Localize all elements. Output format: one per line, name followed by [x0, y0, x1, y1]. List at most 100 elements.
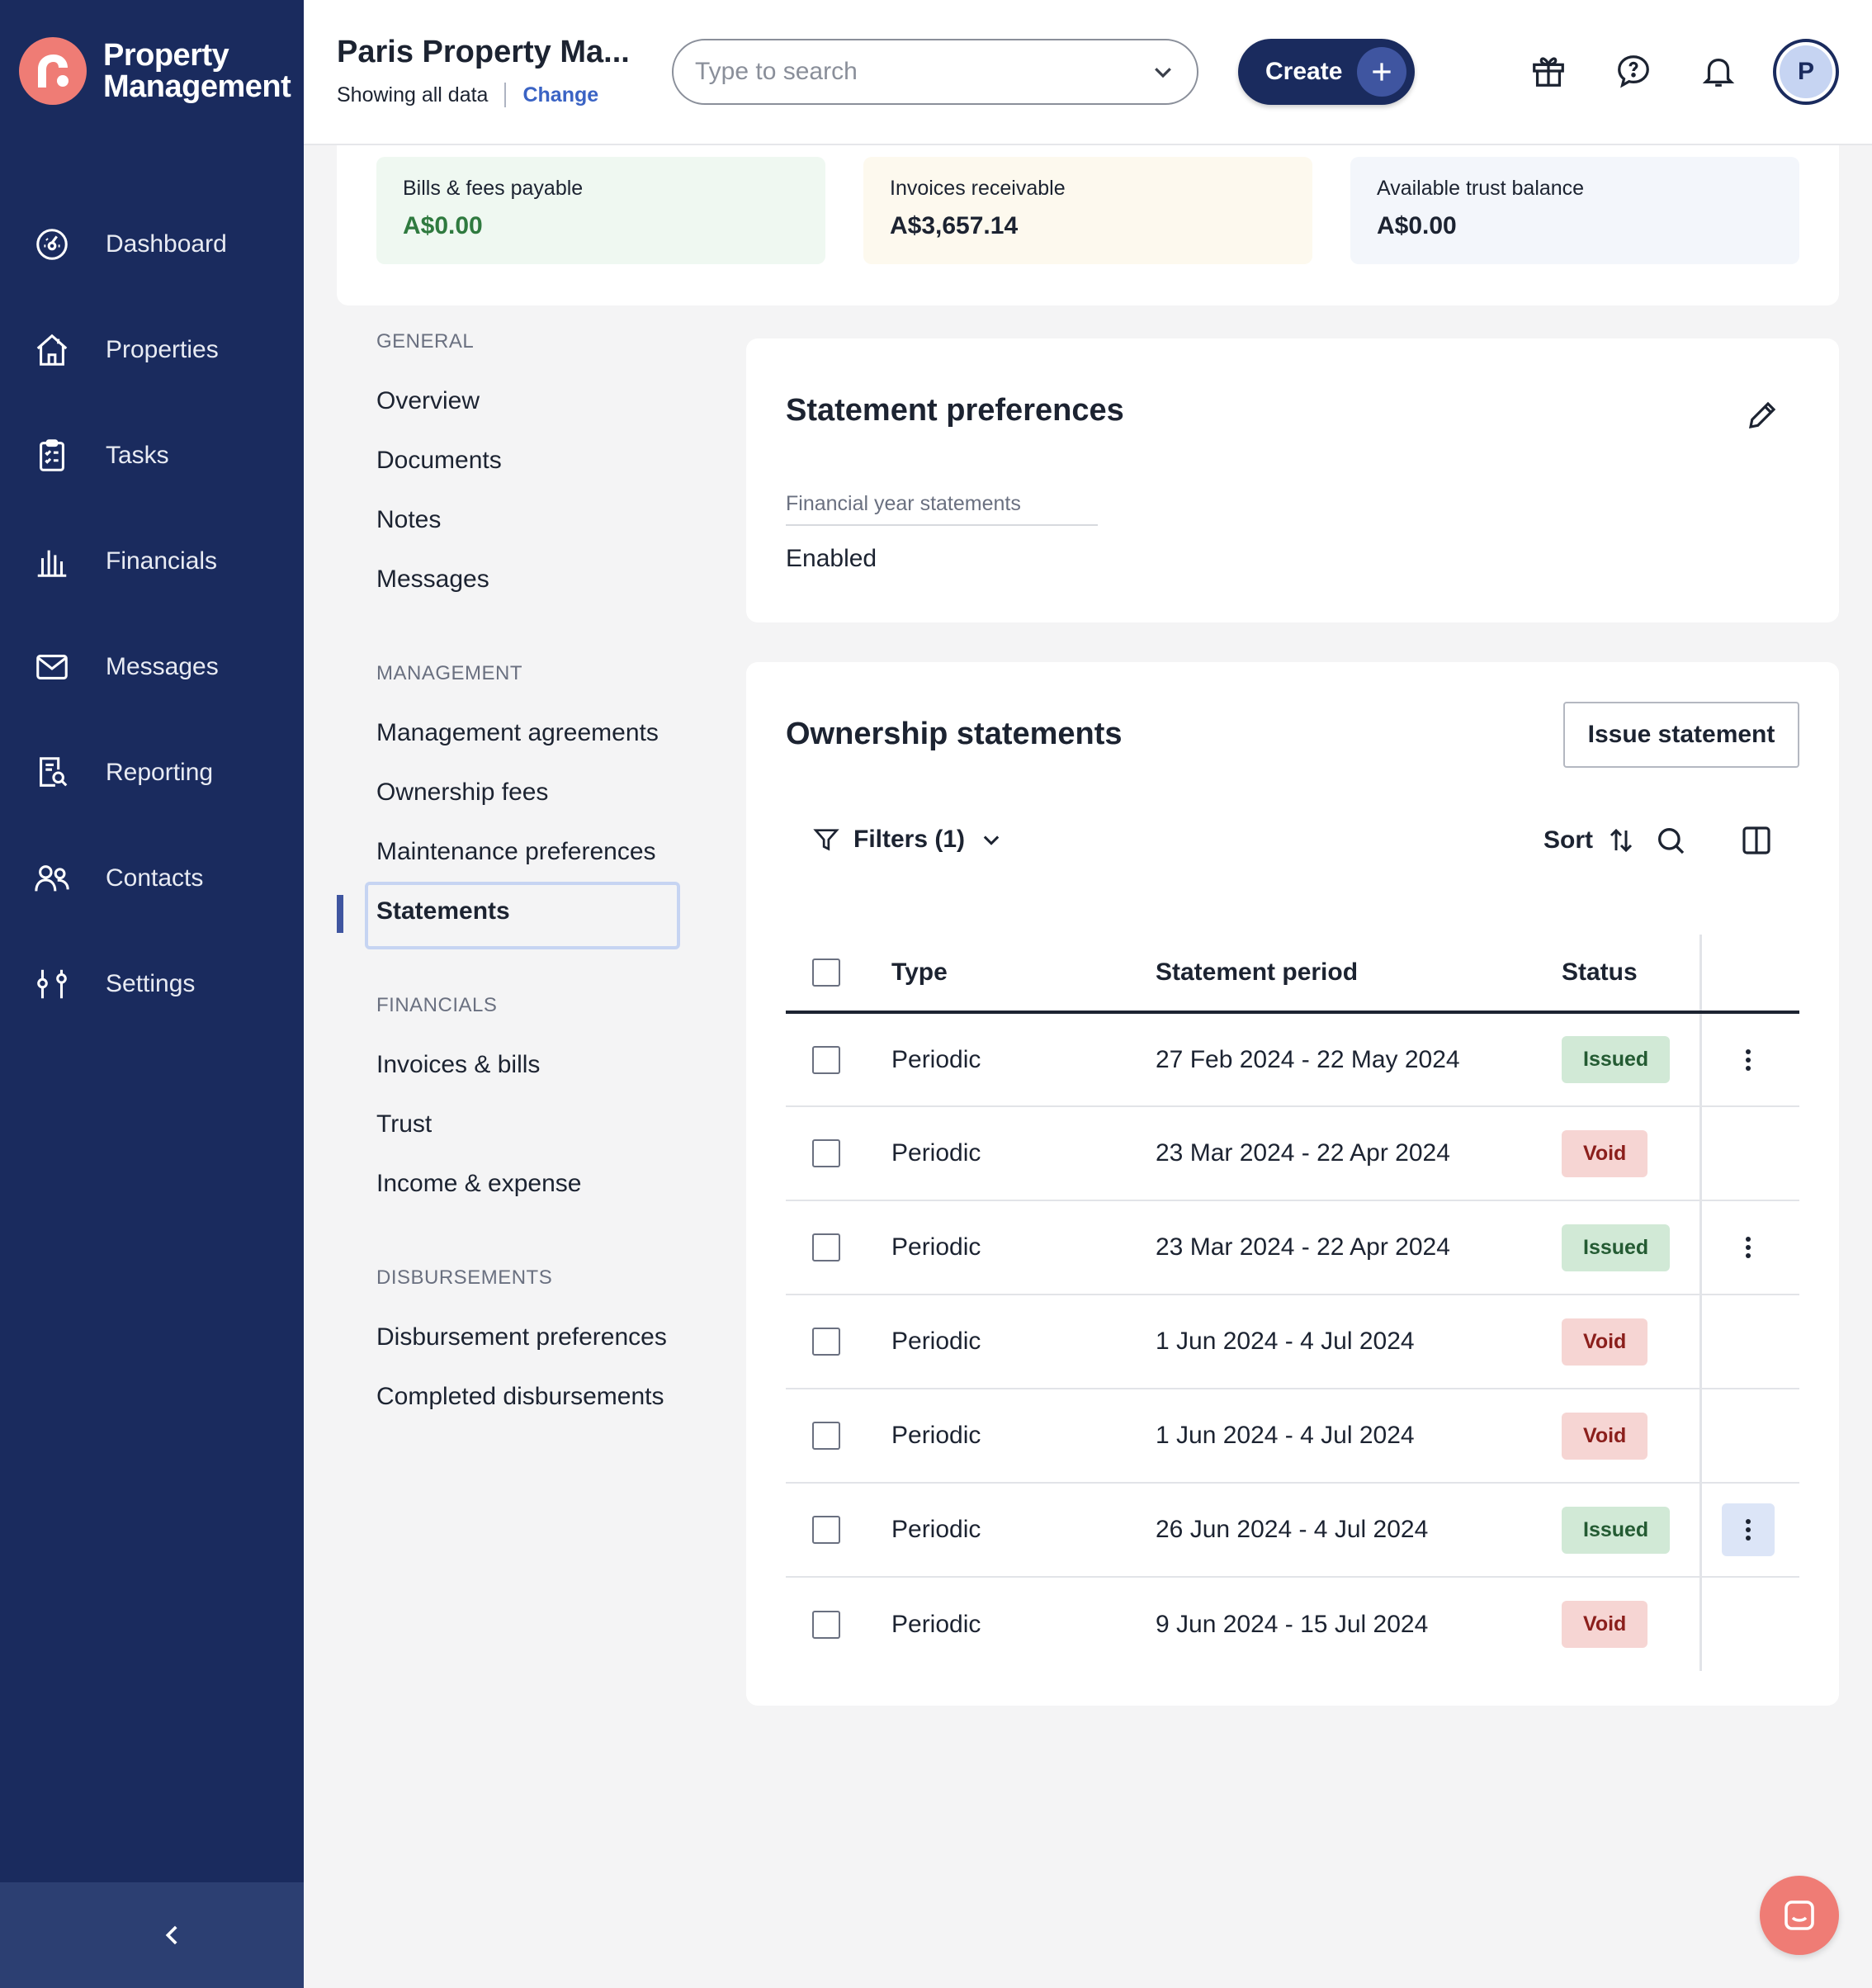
nav-item-reporting[interactable]: Reporting	[0, 720, 304, 826]
balance-label: Bills & fees payable	[403, 177, 584, 200]
subnav-heading-disbursements: DISBURSEMENTS	[376, 1266, 553, 1289]
nav-item-tasks[interactable]: Tasks	[0, 403, 304, 509]
subnav-item-maintenance-preferences[interactable]: Maintenance preferences	[337, 822, 700, 882]
subnav-item-documents[interactable]: Documents	[337, 431, 700, 490]
user-avatar[interactable]: P	[1773, 39, 1839, 105]
column-header-period[interactable]: Statement period	[1156, 935, 1562, 1014]
card-title: Statement preferences	[786, 393, 1124, 428]
subnav-item-management-agreements[interactable]: Management agreements	[337, 703, 700, 763]
row-checkbox[interactable]	[812, 1045, 840, 1074]
nav-item-properties[interactable]: Properties	[0, 297, 304, 403]
subnav-item-completed-disbursements[interactable]: Completed disbursements	[337, 1367, 700, 1427]
row-checkbox[interactable]	[812, 1516, 840, 1544]
subnav-item-income-expense[interactable]: Income & expense	[337, 1154, 700, 1214]
statement-preferences-card: Statement preferences Financial year sta…	[746, 338, 1839, 622]
balance-invoices-receivable[interactable]: Invoices receivable A$3,657.14	[863, 157, 1312, 264]
row-checkbox[interactable]	[812, 1422, 840, 1450]
status-badge: Issued	[1562, 1506, 1671, 1554]
card-title: Ownership statements	[786, 717, 1123, 751]
subnav-item-invoices-bills[interactable]: Invoices & bills	[337, 1035, 700, 1095]
balance-trust[interactable]: Available trust balance A$0.00	[1350, 157, 1799, 264]
table-row[interactable]: Periodic 23 Mar 2024 - 22 Apr 2024 Issued	[786, 1200, 1799, 1295]
nav-label: Messages	[106, 653, 219, 680]
row-checkbox[interactable]	[812, 1233, 840, 1261]
cell-type: Periodic	[891, 1389, 1156, 1484]
nav-label: Tasks	[106, 442, 169, 469]
gift-icon[interactable]	[1527, 50, 1570, 92]
data-scope-label: Showing all data	[337, 83, 489, 106]
nav-item-dashboard[interactable]: Dashboard	[0, 192, 304, 297]
search-box[interactable]	[672, 39, 1198, 105]
table-row[interactable]: Periodic 9 Jun 2024 - 15 Jul 2024 Void	[786, 1577, 1799, 1671]
bell-icon[interactable]	[1697, 50, 1740, 92]
main-nav: Dashboard Properties Tasks Financials Me…	[0, 192, 304, 1037]
table-row[interactable]: Periodic 1 Jun 2024 - 4 Jul 2024 Void	[786, 1389, 1799, 1484]
plus-icon	[1357, 47, 1406, 97]
subnav-heading-management: MANAGEMENT	[376, 662, 523, 684]
nav-item-contacts[interactable]: Contacts	[0, 826, 304, 931]
row-actions-button[interactable]	[1722, 1034, 1775, 1086]
filter-icon	[813, 829, 839, 851]
cell-type: Periodic	[891, 1012, 1156, 1107]
subnav-item-statements[interactable]: Statements	[337, 882, 700, 949]
filters-button[interactable]: Filters (1)	[812, 826, 1003, 854]
subnav-item-notes[interactable]: Notes	[337, 490, 700, 550]
sliders-icon	[37, 969, 67, 999]
columns-icon[interactable]	[1740, 824, 1773, 857]
row-actions-button[interactable]	[1721, 1503, 1775, 1556]
brand-logo[interactable]: Property Management	[19, 37, 291, 105]
status-badge: Issued	[1562, 1036, 1671, 1083]
report-search-icon	[40, 757, 68, 787]
cell-period: 23 Mar 2024 - 22 Apr 2024	[1156, 1106, 1562, 1201]
row-checkbox[interactable]	[812, 1139, 840, 1167]
sort-label: Sort	[1543, 826, 1593, 854]
sidebar: Property Management Dashboard Properties…	[0, 0, 304, 1988]
subnav-item-messages[interactable]: Messages	[337, 550, 700, 609]
search-icon[interactable]	[1654, 824, 1687, 857]
cell-period: 26 Jun 2024 - 4 Jul 2024	[1156, 1483, 1562, 1578]
search-input[interactable]	[695, 58, 1151, 86]
field-value: Enabled	[786, 545, 877, 572]
status-badge: Void	[1562, 1318, 1648, 1366]
nav-item-messages[interactable]: Messages	[0, 614, 304, 720]
table-row[interactable]: Periodic 1 Jun 2024 - 4 Jul 2024 Void	[786, 1295, 1799, 1389]
nav-label: Properties	[106, 336, 219, 363]
more-vertical-icon	[1745, 1237, 1751, 1258]
table-toolbar: Filters (1) Sort	[786, 819, 1799, 869]
column-header-type[interactable]: Type	[891, 935, 1156, 1014]
create-button-label: Create	[1265, 58, 1343, 85]
table-header-row: Type Statement period Status	[786, 935, 1799, 1014]
balance-summary: Bills & fees payable A$0.00 Invoices rec…	[337, 145, 1839, 305]
table-row[interactable]: Periodic 26 Jun 2024 - 4 Jul 2024 Issued	[786, 1483, 1799, 1578]
cell-type: Periodic	[891, 1483, 1156, 1578]
create-button[interactable]: Create	[1238, 39, 1415, 105]
nav-item-settings[interactable]: Settings	[0, 931, 304, 1037]
balance-bills-payable[interactable]: Bills & fees payable A$0.00	[376, 157, 825, 264]
row-checkbox[interactable]	[812, 1328, 840, 1356]
chevron-down-icon[interactable]	[1151, 59, 1175, 84]
pencil-icon[interactable]	[1745, 398, 1780, 433]
subnav-item-trust[interactable]: Trust	[337, 1095, 700, 1154]
envelope-icon	[36, 655, 68, 679]
balance-label: Invoices receivable	[890, 177, 1066, 200]
select-all-checkbox[interactable]	[812, 958, 840, 987]
chat-launcher-button[interactable]	[1760, 1876, 1839, 1955]
table-row[interactable]: Periodic 23 Mar 2024 - 22 Apr 2024 Void	[786, 1106, 1799, 1201]
change-scope-link[interactable]: Change	[522, 83, 598, 107]
table-row[interactable]: Periodic 27 Feb 2024 - 22 May 2024 Issued	[786, 1012, 1799, 1107]
balance-value: A$3,657.14	[890, 212, 1019, 239]
issue-statement-button[interactable]: Issue statement	[1563, 702, 1799, 768]
status-badge: Void	[1562, 1601, 1648, 1648]
dashboard-icon	[36, 229, 68, 260]
subnav-item-overview[interactable]: Overview	[337, 372, 700, 431]
subnav-item-disbursement-preferences[interactable]: Disbursement preferences	[337, 1308, 700, 1367]
subnav-item-ownership-fees[interactable]: Ownership fees	[337, 763, 700, 822]
collapse-sidebar-button[interactable]	[0, 1882, 304, 1988]
row-actions-button[interactable]	[1722, 1221, 1775, 1274]
sort-button[interactable]: Sort	[1543, 826, 1636, 855]
nav-item-financials[interactable]: Financials	[0, 509, 304, 614]
help-icon[interactable]	[1612, 50, 1655, 92]
column-header-status[interactable]: Status	[1562, 935, 1700, 1014]
cell-period: 27 Feb 2024 - 22 May 2024	[1156, 1012, 1562, 1107]
row-checkbox[interactable]	[812, 1610, 840, 1639]
